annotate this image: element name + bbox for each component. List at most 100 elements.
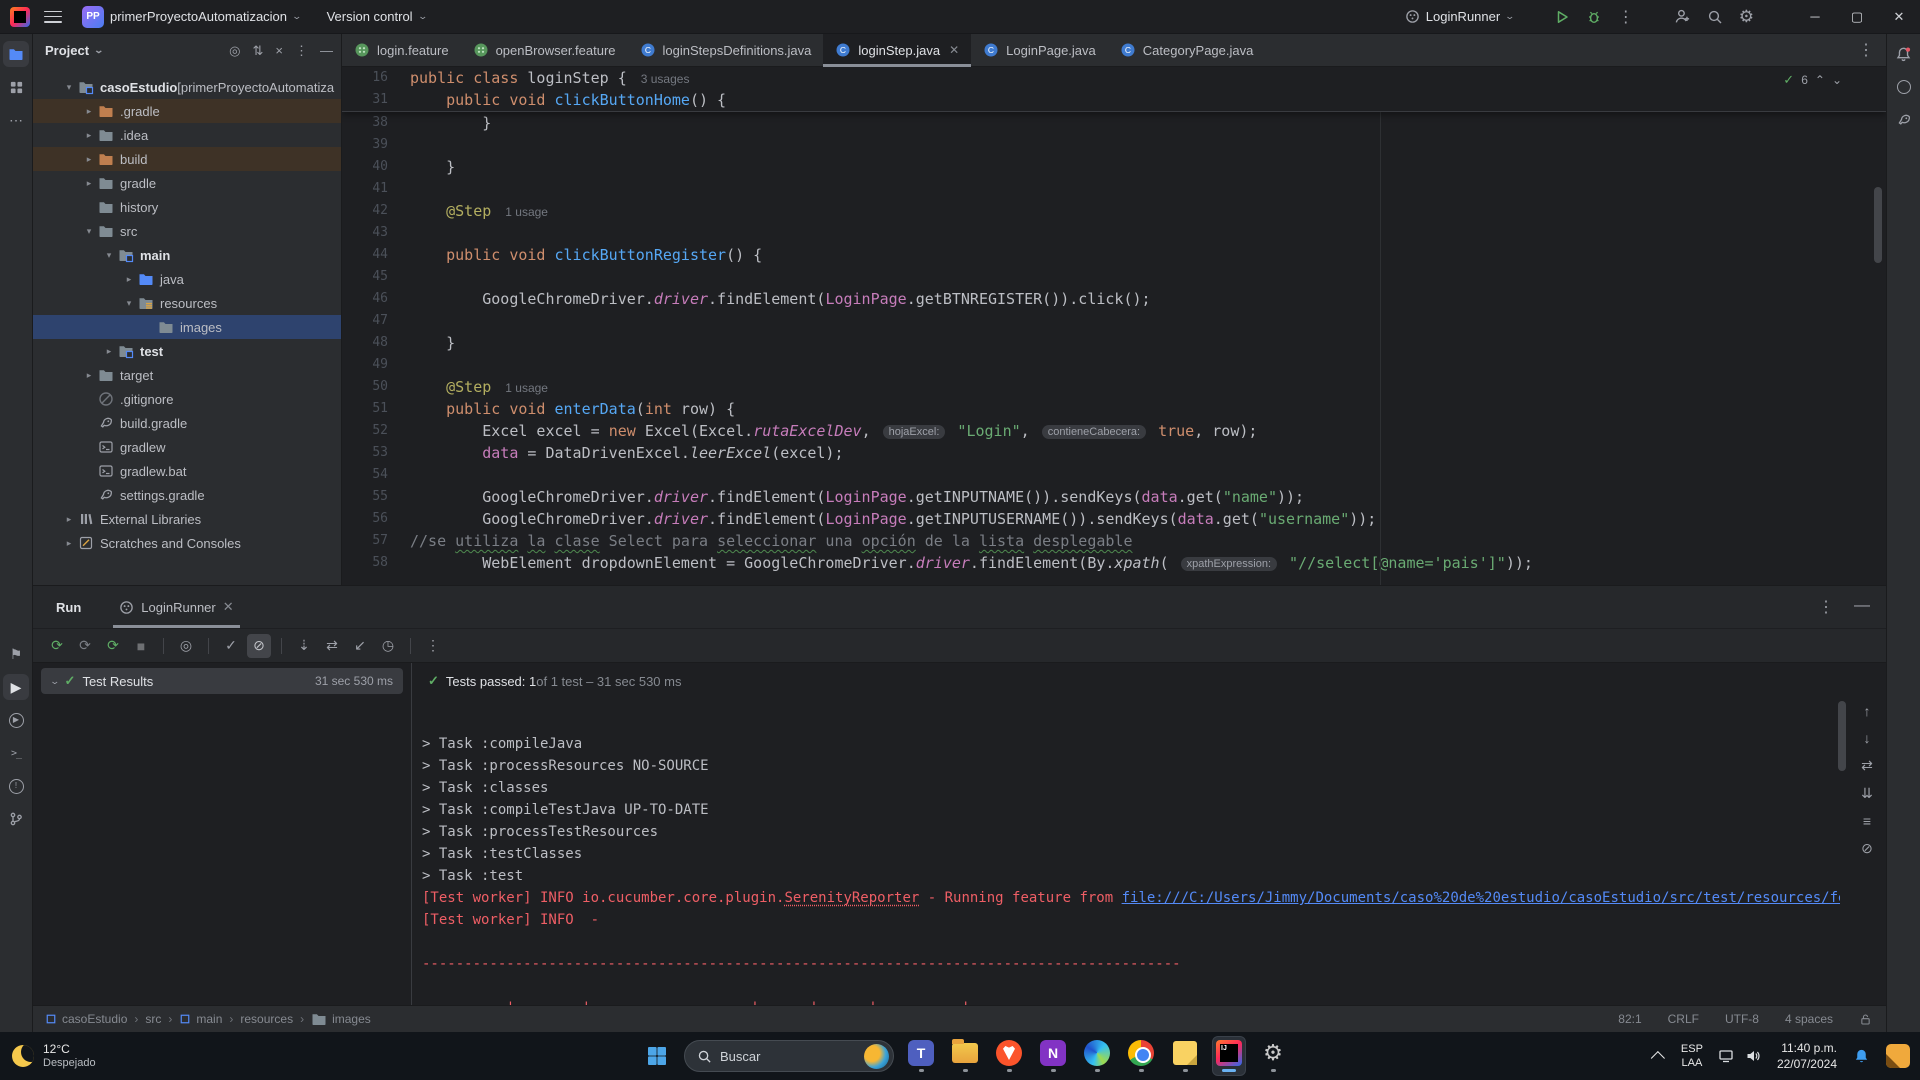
tree-item-build[interactable]: ▸ build: [33, 147, 341, 171]
tree-item-build-gradle[interactable]: build.gradle: [33, 411, 341, 435]
more-icon[interactable]: ⋮: [1818, 597, 1834, 617]
clear-all-icon[interactable]: ⊘: [1861, 840, 1873, 857]
tree-item-test[interactable]: ▸ test: [33, 339, 341, 363]
project-panel-title[interactable]: Project: [45, 43, 89, 58]
tree-item-images[interactable]: images: [33, 315, 341, 339]
tree-item-settings-gradle[interactable]: settings.gradle: [33, 483, 341, 507]
settings-icon[interactable]: ⚙: [1739, 7, 1754, 27]
test-results-row[interactable]: ⌄ ✓ Test Results 31 sec 530 ms: [41, 668, 403, 694]
show-passed-icon[interactable]: ✓: [219, 634, 243, 658]
collapse-all-icon[interactable]: ×: [275, 43, 283, 59]
start-icon[interactable]: [640, 1039, 674, 1073]
search-icon[interactable]: [1707, 9, 1723, 25]
teams-icon[interactable]: T: [904, 1036, 938, 1076]
line-separator[interactable]: CRLF: [1668, 1012, 1699, 1026]
sort-by-duration-icon[interactable]: ⇣: [292, 634, 316, 658]
inspections-widget[interactable]: ✓ 6 ⌃ ⌄: [1783, 72, 1842, 88]
run-tab-loginrunner[interactable]: LoginRunner ✕: [109, 586, 243, 628]
add-user-icon[interactable]: [1674, 8, 1691, 25]
tree-item-gradle[interactable]: ▸ gradle: [33, 171, 341, 195]
breadcrumb-images[interactable]: images: [311, 1011, 371, 1027]
test-history-icon[interactable]: ◷: [376, 634, 400, 658]
rerun-icon[interactable]: ⟳: [45, 634, 69, 658]
breadcrumb-main[interactable]: main: [179, 1012, 222, 1026]
project-selector[interactable]: PP primerProyectoAutomatizacion ⌄: [76, 2, 307, 32]
indent-setting[interactable]: 4 spaces: [1785, 1012, 1833, 1026]
notifications-bell-icon[interactable]: [1853, 1048, 1870, 1065]
tray-chevron-icon[interactable]: [1651, 1051, 1665, 1065]
bookmarks-icon[interactable]: ⚑: [3, 641, 29, 667]
caret-position[interactable]: 82:1: [1618, 1012, 1641, 1026]
close-icon[interactable]: ✕: [223, 599, 234, 615]
tray-app-icon[interactable]: [1886, 1044, 1910, 1068]
console-area[interactable]: ✓ Tests passed: 1 of 1 test – 31 sec 530…: [412, 663, 1886, 1005]
breadcrumb-resources[interactable]: resources: [240, 1012, 293, 1026]
editor-scrollbar[interactable]: [1874, 187, 1882, 263]
tree-item-gitignore[interactable]: .gitignore: [33, 387, 341, 411]
weather-widget[interactable]: 12°C Despejado: [0, 1042, 96, 1071]
tree-item-main[interactable]: ▾ main: [33, 243, 341, 267]
scroll-down-icon[interactable]: ↓: [1864, 730, 1871, 746]
tree-item-gradlew[interactable]: gradlew: [33, 435, 341, 459]
search-box[interactable]: Buscar: [684, 1040, 894, 1072]
breadcrumb-casoestudio[interactable]: casoEstudio: [45, 1012, 127, 1026]
version-control-icon[interactable]: [3, 806, 29, 832]
onenote-icon[interactable]: N: [1036, 1036, 1070, 1076]
import-test-results-icon[interactable]: ⇄: [320, 634, 344, 658]
structure-icon[interactable]: [3, 74, 29, 100]
toggle-auto-test-icon[interactable]: ⟳: [101, 634, 125, 658]
settings-icon[interactable]: ⚙: [1256, 1036, 1290, 1076]
run-button[interactable]: [1554, 9, 1570, 25]
run-tool-icon[interactable]: ▶: [3, 674, 29, 700]
prev-problem-icon[interactable]: ⌃: [1815, 73, 1825, 87]
hide-panel-icon[interactable]: —: [1854, 597, 1870, 617]
run-config-selector[interactable]: LoginRunner ⌄: [1405, 9, 1514, 24]
rerun-failed-tests-icon[interactable]: ⟳: [73, 634, 97, 658]
editor[interactable]: 16public class loginStep {3 usages31 pub…: [342, 67, 1886, 585]
more-icon[interactable]: ⋮: [1618, 7, 1634, 27]
next-problem-icon[interactable]: ⌄: [1832, 73, 1842, 87]
close-button[interactable]: ✕: [1878, 0, 1920, 34]
tree-item-target[interactable]: ▸ target: [33, 363, 341, 387]
tree-item-casoestudio[interactable]: ▾ casoEstudio [primerProyectoAutomatiza: [33, 75, 341, 99]
tree-item-gradle[interactable]: ▸ .gradle: [33, 99, 341, 123]
more-icon[interactable]: ⋮: [295, 43, 308, 59]
maximize-button[interactable]: ▢: [1836, 0, 1878, 34]
tab-categorypage-java[interactable]: C CategoryPage.java: [1108, 34, 1266, 67]
notifications-icon[interactable]: [1891, 41, 1917, 67]
tab-loginpage-java[interactable]: C LoginPage.java: [971, 34, 1108, 67]
services-icon[interactable]: ▶: [3, 707, 29, 733]
close-icon[interactable]: ✕: [949, 43, 959, 57]
navigate-to-source-icon[interactable]: ↙: [348, 634, 372, 658]
terminal-icon[interactable]: >_: [3, 740, 29, 766]
hide-icon[interactable]: —: [320, 43, 333, 59]
brave-icon[interactable]: [992, 1036, 1026, 1076]
vcs-widget[interactable]: Version control ⌄: [321, 5, 433, 28]
chrome-icon[interactable]: [1124, 1036, 1158, 1076]
minimize-button[interactable]: ─: [1794, 0, 1836, 34]
more-icon[interactable]: ⋮: [421, 634, 445, 658]
unlocked-icon[interactable]: [1859, 1013, 1872, 1026]
tab-openbrowser-feature[interactable]: openBrowser.feature: [461, 34, 628, 67]
show-ignored-icon[interactable]: ⊘: [247, 634, 271, 658]
file-encoding[interactable]: UTF-8: [1725, 1012, 1759, 1026]
more-tools-icon[interactable]: ⋯: [3, 107, 29, 133]
gradle-icon[interactable]: [1891, 107, 1917, 133]
locate-icon[interactable]: ◎: [229, 43, 240, 59]
ai-assistant-icon[interactable]: [1891, 74, 1917, 100]
project-tool-icon[interactable]: [3, 41, 29, 67]
edge-icon[interactable]: [1080, 1036, 1114, 1076]
console-scrollbar[interactable]: [1838, 701, 1846, 771]
tree-item-external-libraries[interactable]: ▸ External Libraries: [33, 507, 341, 531]
scroll-to-end-icon[interactable]: ⇊: [1861, 785, 1873, 802]
tab-loginstep-java[interactable]: C loginStep.java ✕: [823, 34, 971, 67]
tab-login-feature[interactable]: login.feature: [342, 34, 461, 67]
tree-item-scratches-and-consoles[interactable]: ▸ Scratches and Consoles: [33, 531, 341, 555]
coverage-icon[interactable]: ◎: [174, 634, 198, 658]
debug-button[interactable]: [1586, 9, 1602, 25]
more-icon[interactable]: ⋮: [1846, 40, 1886, 60]
sticky-notes-icon[interactable]: [1168, 1036, 1202, 1076]
tree-item-java[interactable]: ▸ java: [33, 267, 341, 291]
system-tray-icons[interactable]: [1719, 1048, 1761, 1064]
print-icon[interactable]: ≡: [1863, 813, 1871, 829]
